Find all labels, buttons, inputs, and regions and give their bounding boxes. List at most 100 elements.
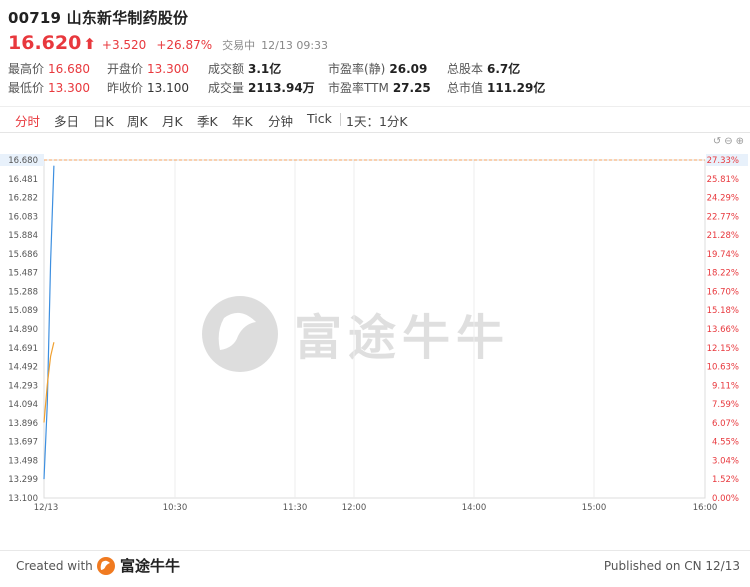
stat-market-cap: 总市值 111.29亿 [447,79,545,96]
tab-tick[interactable]: Tick [307,111,332,126]
x-tick-label: 11:30 [283,503,308,513]
stat-label: 昨收价 [107,81,144,95]
published-label: Published on CN 12/13 [603,559,740,573]
y-tick-label-right: 6.07% [712,419,739,429]
price-row: 16.620 ⬆ +3.520 +26.87% 交易中 12/13 09:33 [8,32,328,54]
y-tick-label-left: 13.299 [8,475,38,485]
stat-label: 总股本 [447,62,484,76]
zoom-in-icon[interactable]: ⊕ [736,136,744,147]
tab-multi-day[interactable]: 多日 [54,111,79,130]
y-tick-label-right: 10.63% [707,363,739,373]
stat-turnover: 成交额 3.1亿 [208,60,281,77]
y-tick-label-right: 16.70% [707,287,739,297]
y-tick-label-right: 13.66% [707,325,739,335]
y-tick-label-left: 14.691 [8,344,38,354]
x-tick-label: 14:00 [462,503,487,513]
tab-monthly-k[interactable]: 月K [162,111,183,130]
y-tick-label-left: 15.884 [8,231,38,241]
stat-label: 市盈率TTM [328,81,389,95]
arrow-up-icon: ⬆ [83,35,96,53]
price-change: +3.520 [101,38,147,52]
brand-name: 富途牛牛 [120,557,181,575]
y-tick-label-right: 21.28% [707,231,739,241]
stat-prev-close: 昨收价 13.100 [107,79,189,96]
x-tick-label: 12/13 [34,503,59,513]
x-tick-label: 12:00 [342,503,367,513]
zoom-out-icon[interactable]: ⊖ [724,136,732,147]
intraday-chart[interactable]: 16.680 16.481 16.282 16.083 15.884 15.686 15.4… [0,150,750,540]
stat-open: 开盘价 13.300 [107,60,189,77]
stock-title: 00719 山东新华制药股份 [8,9,189,27]
y-tick-label-right: 3.04% [712,456,739,466]
created-with-label: Created with [16,559,93,573]
stat-label: 市盈率(静) [328,62,386,76]
tab-daily-k[interactable]: 日K [93,111,114,130]
tab-quarterly-k[interactable]: 季K [197,111,218,130]
stat-value: 3.1亿 [248,62,282,76]
undo-icon[interactable]: ↺ [713,136,721,147]
stat-pe-ttm: 市盈率TTM 27.25 [328,79,431,96]
x-tick-label: 15:00 [582,503,607,513]
y-tick-label-left: 16.282 [8,194,38,204]
y-tick-label-left: 15.487 [8,269,38,279]
y-tick-label-right: 18.22% [707,269,739,279]
y-tick-label-right: 25.81% [707,175,739,185]
y-tick-label-right: 22.77% [707,212,739,222]
stat-label: 开盘价 [107,62,144,76]
y-tick-label-right: 24.29% [707,194,739,204]
current-price: 16.620 [8,32,82,54]
plot-frame [43,159,706,499]
quote-time: 12/13 09:33 [261,39,329,52]
stat-value: 6.7亿 [487,62,521,76]
y-tick-label-right: 7.59% [712,400,739,410]
y-tick-label-left: 14.094 [8,400,38,410]
chart-tab-bar: 分时 多日 日K 周K 月K 季K 年K 分钟 Tick 1天：1分K [0,106,750,133]
y-tick-label-left: 15.089 [8,306,38,316]
stat-value: 13.300 [48,81,91,95]
stat-high: 最高价 16.680 [8,60,90,77]
x-tick-label: 16:00 [693,503,718,513]
price-change-percent: +26.87% [156,38,213,52]
y-tick-label-left: 16.481 [8,175,38,185]
y-tick-label-left: 14.492 [8,363,38,373]
y-tick-label-right: 1.52% [712,475,739,485]
y-tick-label-right: 27.33% [707,156,739,166]
y-tick-label-right: 12.15% [707,344,739,354]
y-tick-label-left: 16.083 [8,212,38,222]
stat-value: 2113.94万 [248,81,315,95]
stat-label: 成交额 [208,62,245,76]
futu-logo-icon [97,556,115,575]
stat-total-shares: 总股本 6.7亿 [447,60,520,77]
tab-weekly-k[interactable]: 周K [127,111,148,130]
y-tick-label-left: 13.697 [8,438,38,448]
trading-status: 交易中 [222,39,256,52]
stat-low: 最低价 13.300 [8,79,90,96]
chart-controls: ↺ ⊖ ⊕ [710,136,744,147]
y-tick-label-right: 9.11% [712,381,739,391]
footer: Created with 富途牛牛 Published on CN 12/13 [0,550,750,587]
stat-label: 最高价 [8,62,45,76]
tab-yearly-k[interactable]: 年K [232,111,253,130]
x-tick-label: 10:30 [163,503,188,513]
y-tick-label-left: 14.890 [8,325,38,335]
y-tick-label-left: 13.896 [8,419,38,429]
stat-value: 16.680 [48,62,91,76]
stat-value: 26.09 [389,62,428,76]
stat-value: 13.100 [147,81,190,95]
tab-intraday[interactable]: 分时 [15,111,40,130]
stat-label: 总市值 [447,81,484,95]
y-tick-label-left: 13.498 [8,456,38,466]
y-tick-label-left: 16.680 [8,156,38,166]
tab-divider [340,113,341,126]
price-line [43,165,55,480]
stat-value: 13.300 [147,62,190,76]
tab-minute[interactable]: 分钟 [268,111,293,130]
stat-pe-static: 市盈率(静) 26.09 [328,60,427,77]
period-selector[interactable]: 1天：1分K [346,111,408,130]
stat-value: 111.29亿 [487,81,546,95]
y-tick-label-left: 15.686 [8,250,38,260]
stat-label: 成交量 [208,81,245,95]
y-tick-label-right: 4.55% [712,438,739,448]
y-tick-label-right: 19.74% [707,250,739,260]
y-tick-label-right: 15.18% [707,306,739,316]
